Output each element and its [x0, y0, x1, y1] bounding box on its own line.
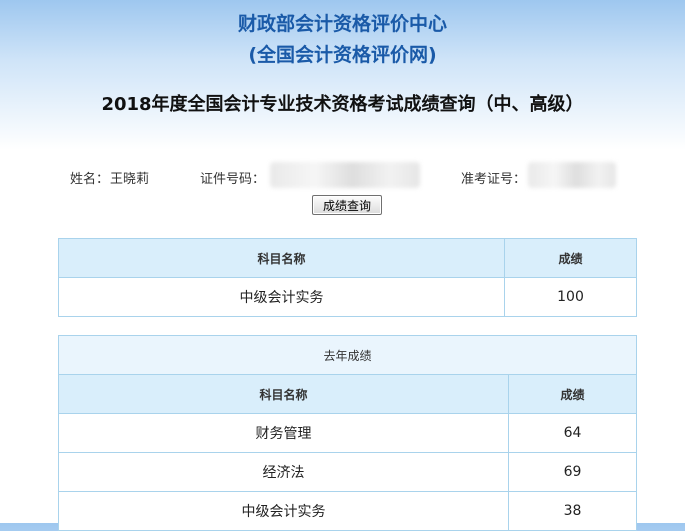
- subject-cell: 中级会计实务: [58, 491, 509, 531]
- score-header: 成绩: [504, 238, 637, 278]
- table-header-row: 科目名称 成绩: [58, 374, 637, 414]
- score-cell: 64: [508, 413, 637, 453]
- subject-cell: 经济法: [58, 452, 509, 492]
- name-value: 王晓莉: [110, 172, 150, 187]
- table-row: 财务管理 64: [58, 413, 637, 453]
- last-year-caption: 去年成绩: [58, 335, 637, 375]
- score-cell: 38: [508, 491, 637, 531]
- table-header-row: 科目名称 成绩: [58, 238, 637, 278]
- org-website-name: (全国会计资格评价网): [248, 44, 437, 66]
- score-header: 成绩: [508, 374, 637, 414]
- table-row: 经济法 69: [58, 452, 637, 492]
- table-row: 中级会计实务 38: [58, 491, 637, 531]
- id-number-label: 证件号码：: [200, 172, 266, 187]
- last-year-score-table: 去年成绩 科目名称 成绩 财务管理 64 经济法 69 中级会计实务 38: [58, 335, 637, 531]
- score-cell: 69: [508, 452, 637, 492]
- subject-cell: 中级会计实务: [58, 277, 505, 317]
- query-score-button[interactable]: 成绩查询: [312, 195, 382, 215]
- subject-cell: 财务管理: [58, 413, 509, 453]
- ticket-number-redacted: [528, 162, 616, 188]
- ticket-number-label: 准考证号：: [461, 172, 527, 187]
- subject-header: 科目名称: [58, 238, 505, 278]
- id-number-redacted: [270, 162, 420, 188]
- subject-header: 科目名称: [58, 374, 509, 414]
- name-label: 姓名：: [70, 172, 110, 187]
- score-cell: 100: [504, 277, 637, 317]
- score-table: 科目名称 成绩 中级会计实务 100: [58, 238, 637, 317]
- page-title: 2018年度全国会计专业技术资格考试成绩查询（中、高级）: [101, 94, 584, 115]
- last-year-caption-row: 去年成绩: [58, 335, 637, 375]
- org-name: 财政部会计资格评价中心: [237, 13, 447, 35]
- table-row: 中级会计实务 100: [58, 277, 637, 317]
